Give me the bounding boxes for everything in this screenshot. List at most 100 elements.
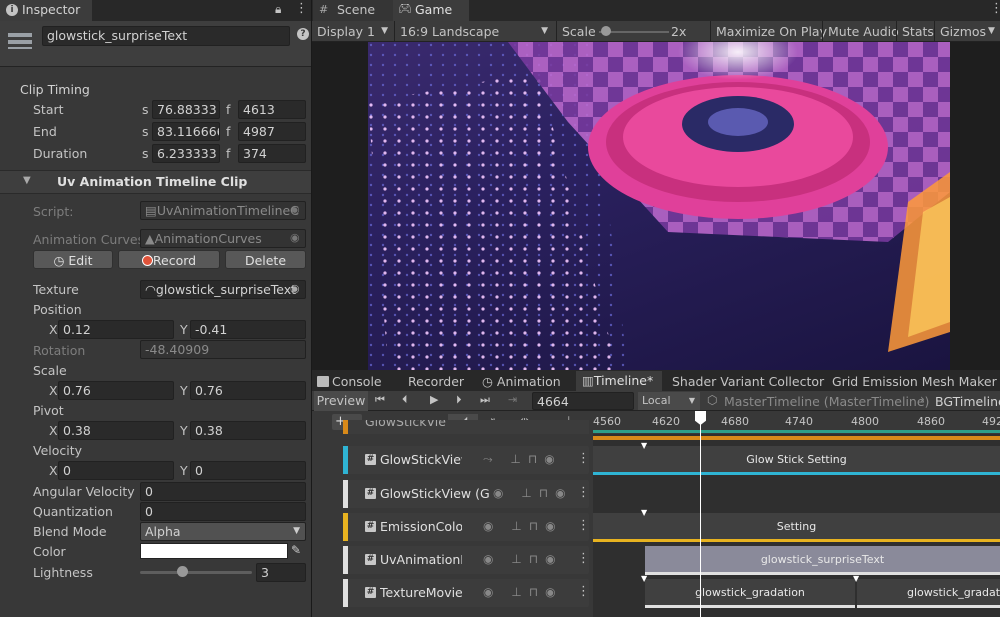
inspector-tab[interactable]: i Inspector xyxy=(0,0,92,21)
track-controls-icon[interactable]: ◉ ⊥⊓◉ xyxy=(483,519,563,533)
tab-timeline[interactable]: ▥Timeline* xyxy=(576,371,662,392)
end-seconds-field[interactable]: 83.116666 xyxy=(152,122,220,141)
end-frame-field[interactable]: 4987 xyxy=(238,122,306,141)
end-f-label: f xyxy=(226,124,231,139)
tab-scene[interactable]: # Scene xyxy=(313,0,393,21)
object-name-field[interactable]: glowstick_surpriseText xyxy=(42,26,290,46)
clip-setting[interactable]: Setting xyxy=(593,513,1000,542)
tab-animation[interactable]: ◷ Animation xyxy=(482,372,561,391)
velocity-x-field[interactable]: 0 xyxy=(58,461,174,480)
clip-glowstick-gradation-1[interactable]: glowstick_gradation xyxy=(645,579,855,608)
track-menu-icon[interactable]: ⋮ xyxy=(577,584,590,599)
blend-mode-dropdown[interactable]: Alpha ▼ xyxy=(140,522,306,541)
eyedropper-icon[interactable]: ✎ xyxy=(291,543,301,557)
color-swatch[interactable] xyxy=(140,543,288,559)
script-hash-icon: # xyxy=(365,454,376,465)
help-icon[interactable]: ? xyxy=(297,28,309,40)
preview-button[interactable]: Preview xyxy=(314,391,368,411)
space-dropdown[interactable]: Local ▼ xyxy=(638,392,700,410)
pivot-y-field[interactable]: 0.38 xyxy=(190,421,306,440)
scale-x-field[interactable]: 0.76 xyxy=(58,381,174,400)
previous-frame-icon[interactable]: ⏴ xyxy=(402,393,408,407)
velocity-y-field[interactable]: 0 xyxy=(190,461,306,480)
aspect-dropdown[interactable]: 16:9 Landscape ▼ xyxy=(394,21,554,42)
texture-field[interactable]: ◠glowstick_surpriseText xyxy=(140,280,306,299)
record-button[interactable]: Record xyxy=(118,250,220,269)
tab-shader-variant-collector[interactable]: Shader Variant Collector xyxy=(672,372,824,391)
go-to-end-icon[interactable]: ⏭ xyxy=(480,393,490,407)
curves-field[interactable]: ▲AnimationCurves xyxy=(140,229,306,248)
timeline-icon: ▥ xyxy=(582,373,594,388)
go-to-start-icon[interactable]: ⏮ xyxy=(375,393,385,407)
track-partial[interactable]: GlowStickVie xyxy=(343,420,589,434)
track-glowstickview-gl[interactable]: # GlowStickView (Gl ◉ ⊥⊓◉ ⋮ xyxy=(343,480,590,508)
pivot-x-field[interactable]: 0.38 xyxy=(58,421,174,440)
track-emissioncolor[interactable]: # EmissionColor ◉ ⊥⊓◉ ⋮ xyxy=(343,513,590,541)
curves-target-icon[interactable]: ◉ xyxy=(290,231,300,244)
track-uvanimation[interactable]: # UvAnimationL ◉ ⊥⊓◉ ⋮ xyxy=(343,546,590,574)
angular-velocity-label: Angular Velocity xyxy=(33,484,135,499)
lightness-slider-track[interactable] xyxy=(140,571,252,574)
track-menu-icon[interactable]: ⋮ xyxy=(577,518,590,533)
script-hash-icon: # xyxy=(365,554,376,565)
component-header[interactable]: ▼ Uv Animation Timeline Clip xyxy=(0,170,311,194)
track-controls-icon[interactable]: ⤳ ⊥⊓◉ xyxy=(483,452,562,467)
track-name: EmissionColor xyxy=(380,519,462,534)
scale-y-field[interactable]: 0.76 xyxy=(190,381,306,400)
breadcrumb-master[interactable]: MasterTimeline (MasterTimeline) xyxy=(724,394,929,409)
track-controls-icon[interactable]: ◉ ⊥⊓◉ xyxy=(483,552,563,566)
tab-grid-emission-mesh-maker[interactable]: Grid Emission Mesh Maker xyxy=(832,372,997,391)
game-viewport[interactable] xyxy=(368,42,950,370)
clip-glowstick-gradation-2[interactable]: glowstick_gradation xyxy=(857,579,1000,608)
edit-button[interactable]: ◷ Edit xyxy=(33,250,113,269)
start-seconds-field[interactable]: 76.88333 xyxy=(152,100,220,119)
lightness-field[interactable]: 3 xyxy=(256,563,306,582)
play-icon[interactable]: ▶ xyxy=(430,393,438,406)
maximize-on-play-button[interactable]: Maximize On Play xyxy=(710,21,832,42)
delete-button[interactable]: Delete xyxy=(225,250,306,269)
start-f-label: f xyxy=(226,102,231,117)
track-menu-icon[interactable]: ⋮ xyxy=(577,451,590,466)
tab-recorder[interactable]: Recorder xyxy=(408,372,464,391)
tab-console[interactable]: Console xyxy=(317,372,382,391)
quantization-field[interactable]: 0 xyxy=(140,502,306,521)
track-menu-icon[interactable]: ⋮ xyxy=(577,485,590,500)
play-range-icon[interactable]: ⇥ xyxy=(508,393,517,406)
track-controls-icon[interactable]: ◉ ⊥⊓◉ xyxy=(483,585,563,599)
display-dropdown[interactable]: Display 1 ▼ xyxy=(312,21,394,42)
position-x-field[interactable]: 0.12 xyxy=(58,320,174,339)
color-label: Color xyxy=(33,544,66,559)
gizmos-arrow-icon[interactable]: ▼ xyxy=(988,26,995,36)
gizmos-button[interactable]: Gizmos xyxy=(934,21,991,42)
clip-glowstick-surprisetext[interactable]: glowstick_surpriseText xyxy=(645,546,1000,575)
track-glowstickview[interactable]: # GlowStickView ⤳ ⊥⊓◉ ⋮ xyxy=(343,446,590,474)
track-texturemovie[interactable]: # TextureMovie ◉ ⊥⊓◉ ⋮ xyxy=(343,579,590,607)
scale-control[interactable]: Scale 2x xyxy=(556,21,710,42)
texture-target-icon[interactable]: ◉ xyxy=(290,282,300,295)
scale-slider-thumb[interactable] xyxy=(601,26,611,36)
track-menu-icon[interactable]: ⋮ xyxy=(577,551,590,566)
next-frame-icon[interactable]: ⏵ xyxy=(456,393,462,407)
duration-frame-field[interactable]: 374 xyxy=(238,144,306,163)
info-icon: i xyxy=(6,4,18,16)
stats-button[interactable]: Stats xyxy=(896,21,939,42)
lock-icon[interactable]: 🔒︎ xyxy=(275,2,281,17)
game-more-icon[interactable]: ⋮ xyxy=(990,1,1000,16)
ruler-tick-1: 4620 xyxy=(652,415,680,428)
frame-field[interactable]: 4664 xyxy=(532,392,634,410)
clip-glow-stick-setting[interactable]: Glow Stick Setting xyxy=(593,446,1000,475)
position-y-label: Y xyxy=(180,322,188,337)
velocity-y-label: Y xyxy=(180,463,188,478)
start-frame-field[interactable]: 4613 xyxy=(238,100,306,119)
angular-velocity-field[interactable]: 0 xyxy=(140,482,306,501)
position-y-field[interactable]: -0.41 xyxy=(190,320,306,339)
breadcrumb-current[interactable]: BGTimeline xyxy=(935,394,1000,409)
duration-seconds-field[interactable]: 6.233333 xyxy=(152,144,220,163)
mute-audio-button[interactable]: Mute Audio xyxy=(822,21,904,42)
more-menu-icon[interactable]: ⋮ xyxy=(295,1,308,16)
end-s-label: s xyxy=(142,124,149,139)
lightness-slider-thumb[interactable] xyxy=(177,566,188,577)
tab-game[interactable]: 🎮︎ Game xyxy=(393,0,469,21)
console-icon xyxy=(317,376,329,387)
track-controls-icon[interactable]: ◉ ⊥⊓◉ xyxy=(493,486,573,500)
